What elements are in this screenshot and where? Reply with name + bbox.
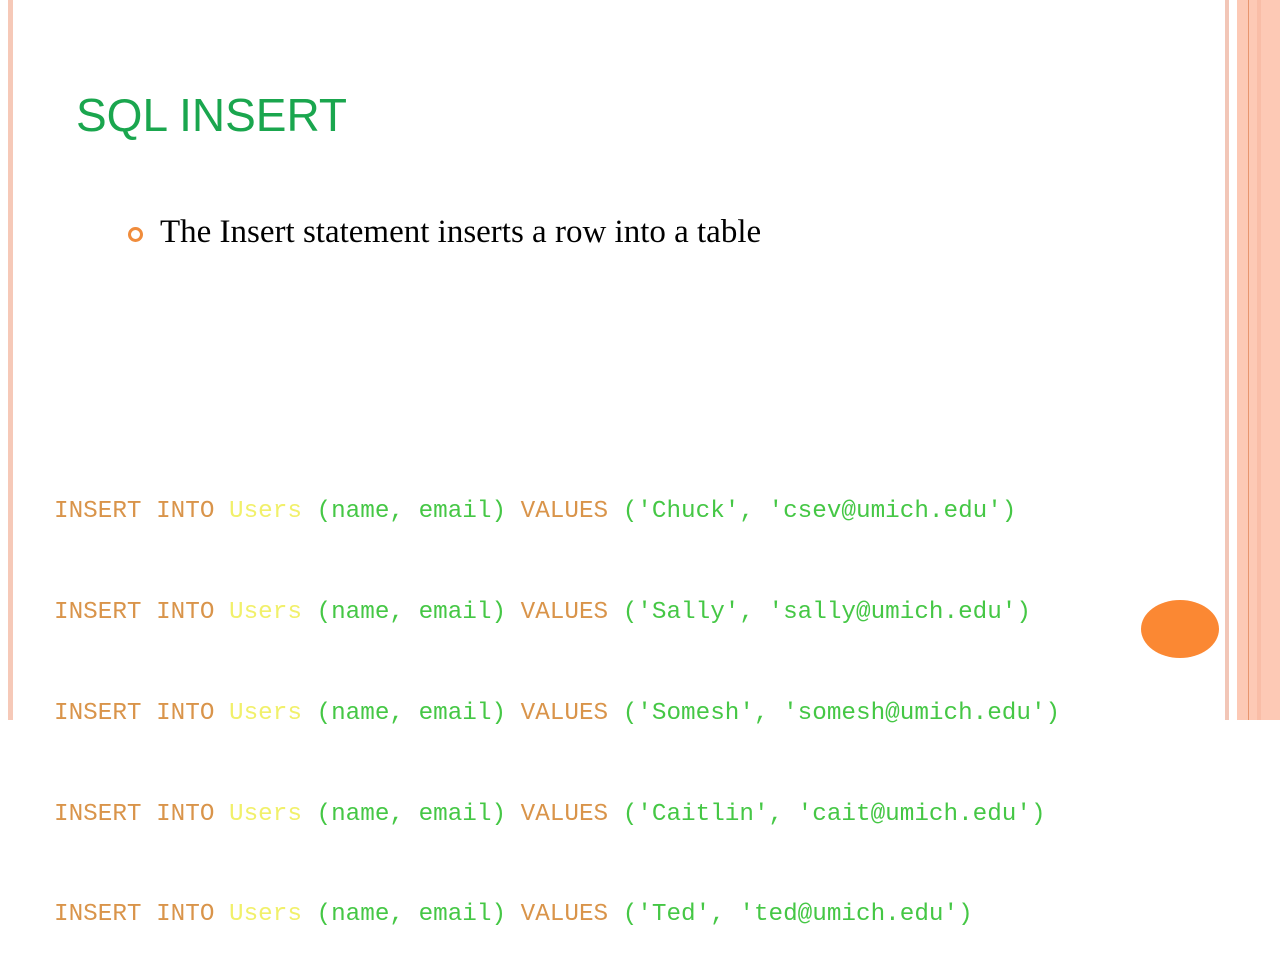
keyword-insert: INSERT xyxy=(54,699,142,727)
sql-code-block: INSERT INTO Users (name, email) VALUES (… xyxy=(54,428,1060,966)
bullet-item: The Insert statement inserts a row into … xyxy=(128,214,761,251)
column-list: (name, email) xyxy=(316,498,507,526)
keyword-values: VALUES xyxy=(520,498,609,526)
column-list: (name, email) xyxy=(316,598,507,626)
column-list: (name, email) xyxy=(316,901,507,929)
right-border-shade xyxy=(1257,0,1261,720)
keyword-values: VALUES xyxy=(520,699,609,727)
keyword-insert: INSERT xyxy=(54,901,142,929)
keyword-into: INTO xyxy=(156,598,215,626)
table-name: Users xyxy=(229,498,302,526)
left-border-decoration xyxy=(8,0,13,720)
slide-title: SQL INSERT xyxy=(76,89,347,141)
column-list: (name, email) xyxy=(316,800,507,828)
keyword-into: INTO xyxy=(156,498,215,526)
keyword-values: VALUES xyxy=(520,598,609,626)
keyword-into: INTO xyxy=(156,901,215,929)
keyword-into: INTO xyxy=(156,699,215,727)
keyword-into: INTO xyxy=(156,800,215,828)
column-list: (name, email) xyxy=(316,699,507,727)
right-border-line xyxy=(1248,0,1249,720)
value-list: ('Caitlin', 'cait@umich.edu') xyxy=(622,800,1046,828)
code-line: INSERT INTO Users (name, email) VALUES (… xyxy=(54,697,1060,731)
value-list: ('Chuck', 'csev@umich.edu') xyxy=(622,498,1017,526)
table-name: Users xyxy=(229,699,302,727)
table-name: Users xyxy=(229,800,302,828)
code-line: INSERT INTO Users (name, email) VALUES (… xyxy=(54,495,1060,529)
keyword-values: VALUES xyxy=(520,800,609,828)
keyword-insert: INSERT xyxy=(54,498,142,526)
keyword-insert: INSERT xyxy=(54,800,142,828)
right-border-thin-line xyxy=(1225,0,1229,720)
code-line: INSERT INTO Users (name, email) VALUES (… xyxy=(54,596,1060,630)
table-name: Users xyxy=(229,901,302,929)
hollow-circle-bullet-icon xyxy=(128,227,143,242)
keyword-values: VALUES xyxy=(520,901,609,929)
code-line: INSERT INTO Users (name, email) VALUES (… xyxy=(54,898,1060,932)
keyword-insert: INSERT xyxy=(54,598,142,626)
code-line: INSERT INTO Users (name, email) VALUES (… xyxy=(54,798,1060,832)
table-name: Users xyxy=(229,598,302,626)
orange-circle-decoration xyxy=(1141,600,1219,658)
value-list: ('Ted', 'ted@umich.edu') xyxy=(622,901,973,929)
bullet-text: The Insert statement inserts a row into … xyxy=(160,214,762,250)
value-list: ('Sally', 'sally@umich.edu') xyxy=(622,598,1031,626)
value-list: ('Somesh', 'somesh@umich.edu') xyxy=(622,699,1061,727)
